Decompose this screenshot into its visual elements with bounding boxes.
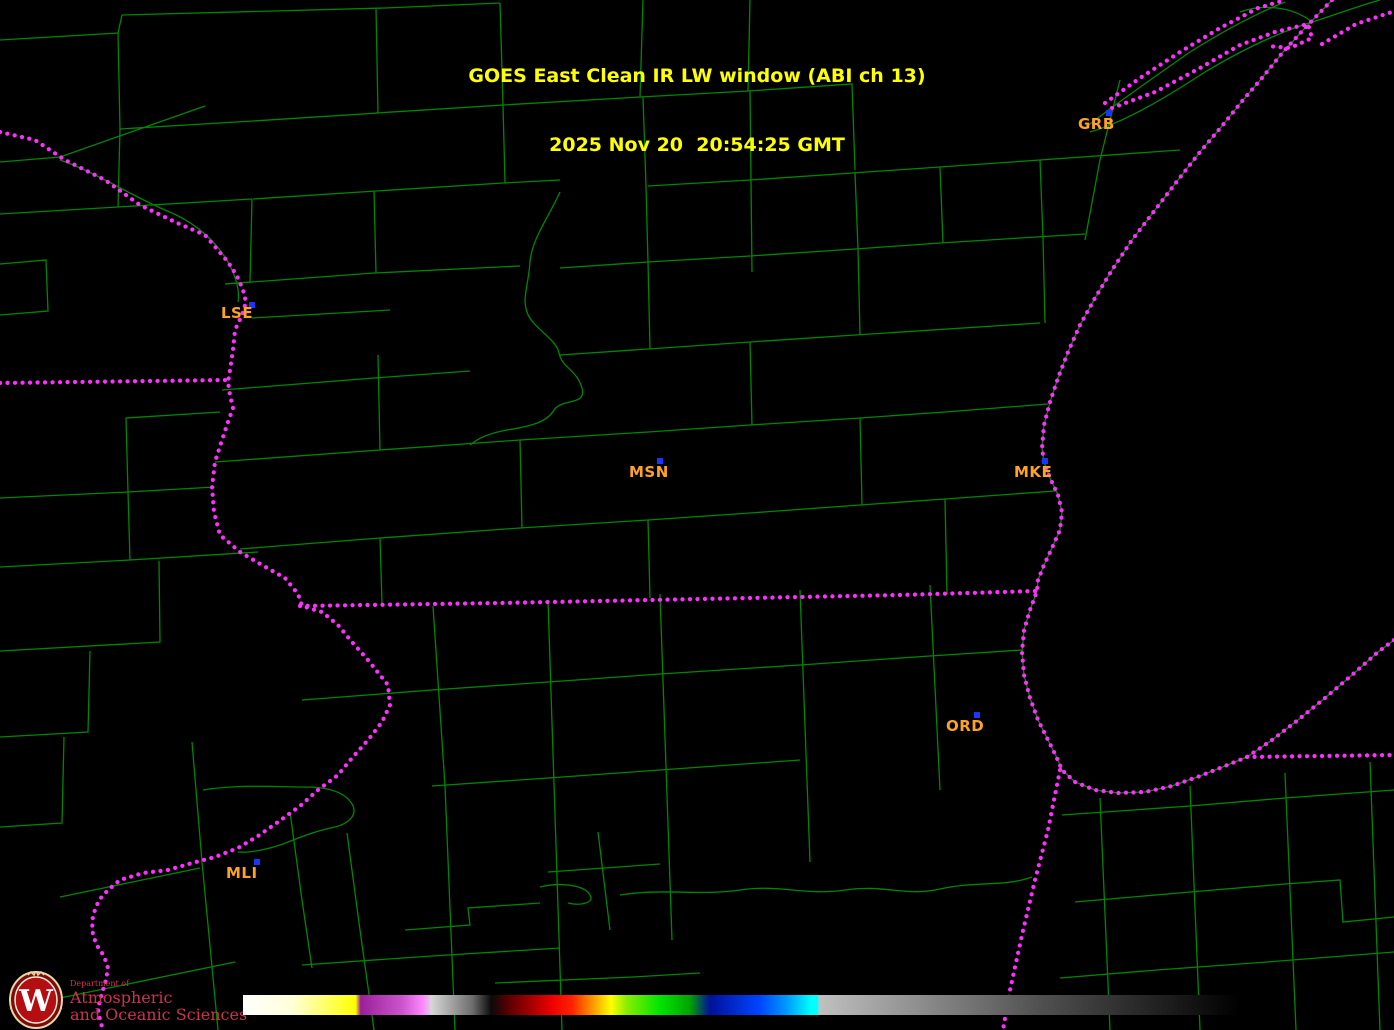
- station-label: GRB: [1078, 115, 1115, 133]
- station-label: MLI: [226, 864, 258, 882]
- ir-image-background: [0, 0, 1394, 1030]
- uw-crest-icon: W: [9, 971, 63, 1029]
- station-label: ORD: [946, 717, 985, 735]
- logo-line-1: Atmospheric: [70, 988, 173, 1007]
- station-label: LSE: [221, 304, 254, 322]
- logo-dept-line: Department of: [70, 979, 130, 988]
- satellite-map-canvas: [0, 0, 1394, 1030]
- uw-aos-wordmark: Department of Atmospheric and Oceanic Sc…: [70, 979, 247, 1023]
- logo-line-2: and Oceanic Sciences: [70, 1005, 248, 1024]
- satellite-image-viewer: GOES East Clean IR LW window (ABI ch 13)…: [0, 0, 1394, 1030]
- uw-aos-logo: W Department of Atmospheric and Oceanic …: [6, 971, 266, 1030]
- svg-text:W: W: [18, 984, 54, 1019]
- station-label: MKE: [1014, 463, 1053, 481]
- station-label: MSN: [629, 463, 669, 481]
- ir-temperature-colorbar: [243, 995, 1240, 1015]
